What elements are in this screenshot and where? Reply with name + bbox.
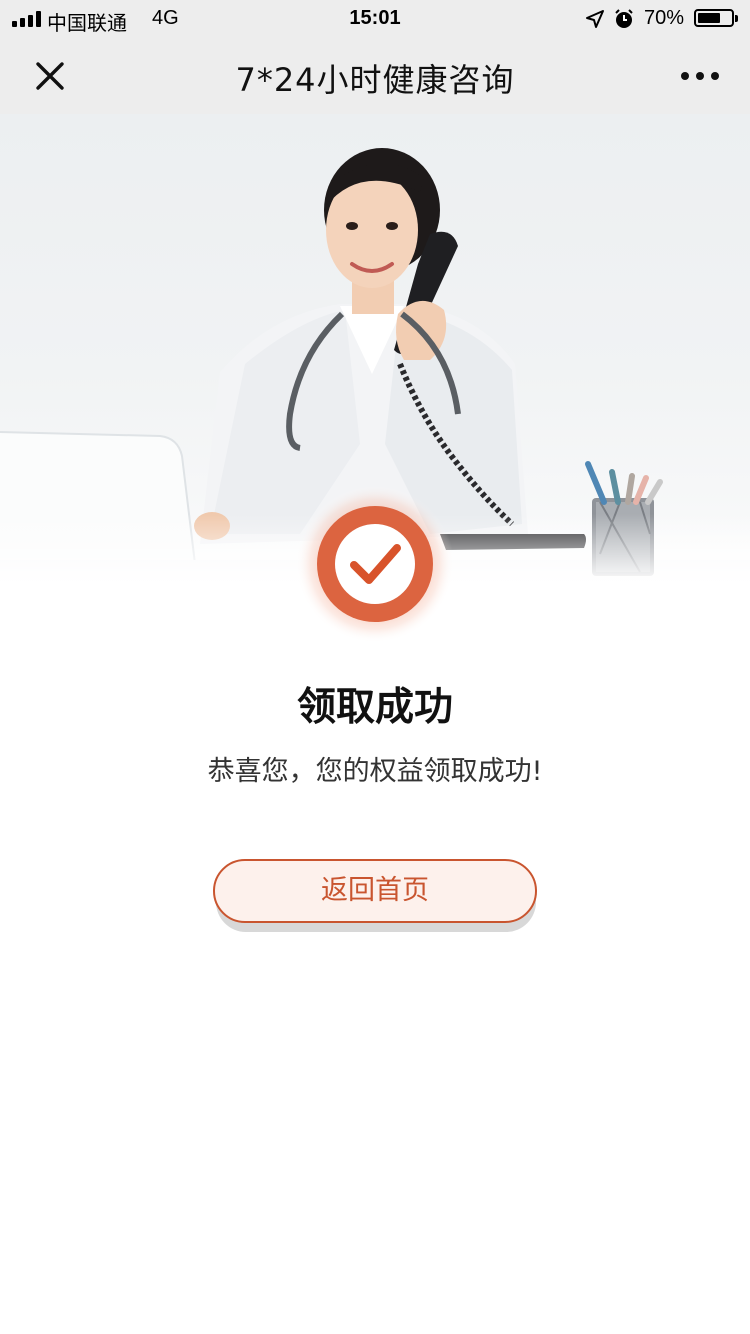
clock: 15:01	[349, 7, 401, 29]
more-icon	[681, 72, 719, 80]
battery-icon	[694, 9, 738, 27]
nav-bar: 7*24小时健康咨询	[0, 38, 750, 114]
more-button[interactable]	[672, 58, 728, 94]
battery-percent: 70%	[644, 7, 685, 29]
success-title: 领取成功	[296, 685, 453, 730]
alarm-icon	[615, 9, 633, 28]
location-icon	[586, 10, 604, 28]
page-title: 7*24小时健康咨询	[235, 61, 515, 99]
status-bar: 中国联通 4G 15:01 70%	[0, 0, 750, 38]
back-home-button[interactable]: 返回首页	[213, 859, 537, 923]
success-message: 恭喜您，您的权益领取成功!	[207, 756, 543, 787]
success-badge	[296, 485, 454, 643]
